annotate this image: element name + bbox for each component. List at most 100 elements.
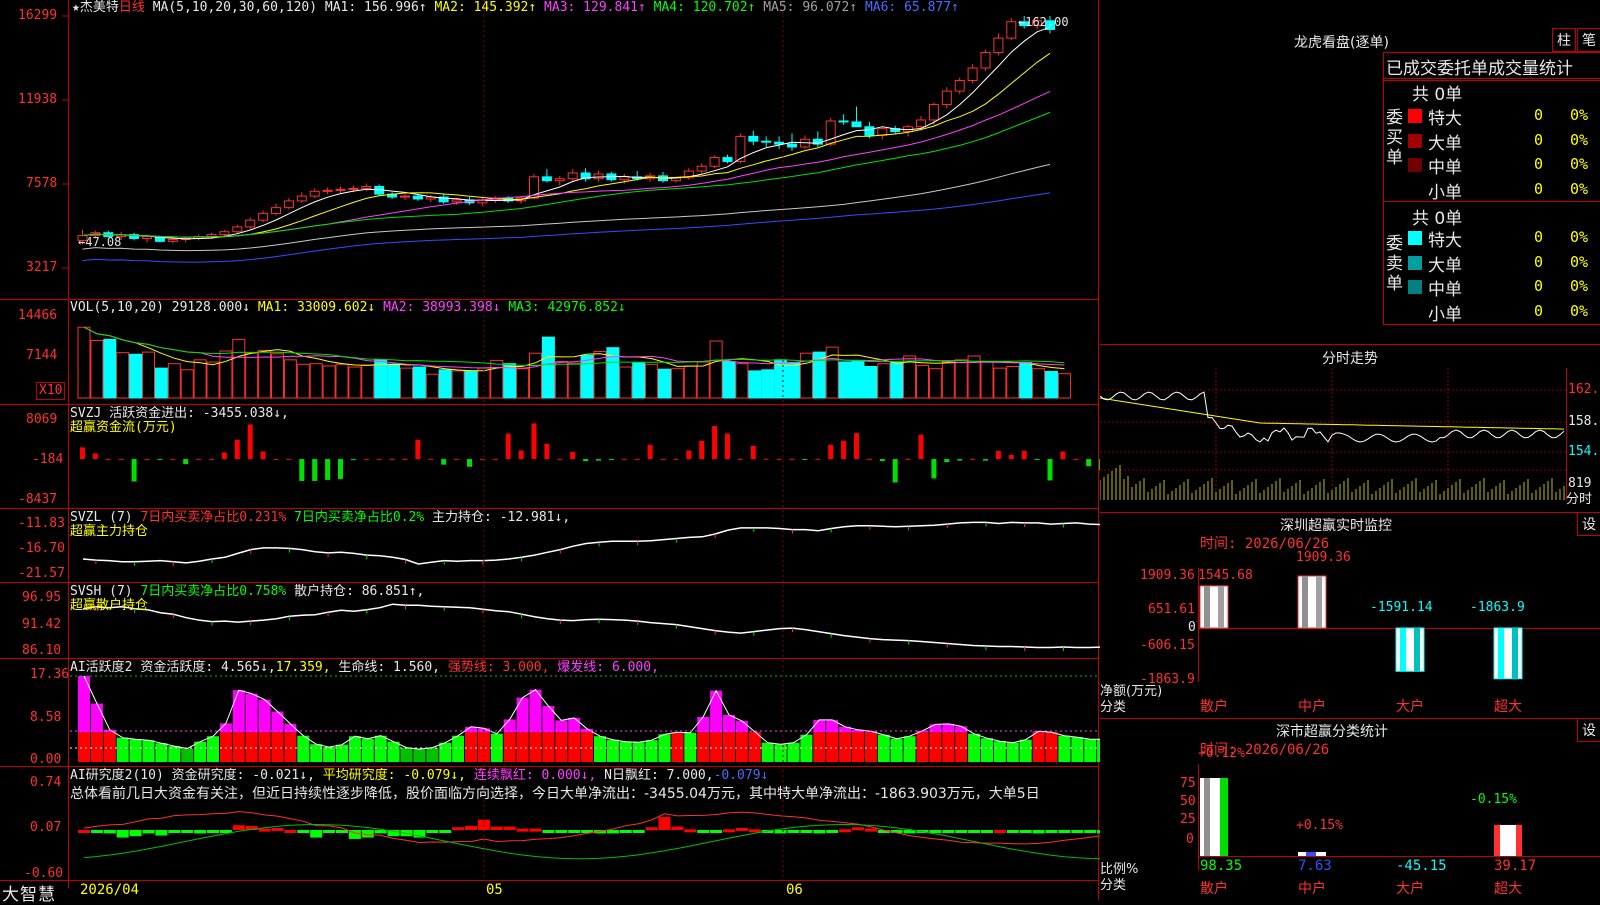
stock-name[interactable]: 杰美特 [80, 0, 119, 15]
lhb-title: 龙虎看盘(逐单) [1294, 32, 1389, 52]
activity-bar-top [272, 711, 284, 732]
volume-bar [942, 362, 954, 398]
candle-body [929, 105, 938, 120]
order-size-swatch [1408, 256, 1422, 270]
activity-bar [1020, 740, 1032, 762]
research-bar [736, 828, 748, 831]
svsh-tick-3: 86.10 [22, 643, 61, 659]
order-percent: 0% [1570, 132, 1588, 148]
activity-bar [130, 739, 142, 762]
svsh-t2: 散户持仓: 86.851↑, [294, 584, 424, 599]
activity-bar [168, 746, 180, 762]
vol-tick-1: 14466 [18, 308, 57, 324]
volume-bar [800, 353, 812, 398]
volume-bar [478, 368, 490, 398]
ai1-t2: 17.359, [276, 660, 331, 675]
svzl-tick-1: -11.83 [18, 516, 65, 532]
research-bar [117, 830, 129, 838]
research-bar [671, 827, 683, 830]
fund-flow-bar [673, 459, 678, 460]
activity-bar [1058, 736, 1070, 762]
sz-tick-3: 0 [1188, 620, 1196, 636]
candle-body [233, 227, 242, 232]
research-bar [955, 830, 967, 833]
activity-bar [736, 732, 748, 762]
candle-body [994, 38, 1003, 52]
svsh-tick-1: 96.95 [22, 590, 61, 606]
research-bar [259, 829, 271, 832]
main-chart-area[interactable] [0, 0, 1100, 900]
activity-bar [310, 744, 322, 762]
research-bar [78, 830, 90, 833]
fund-flow-bar [403, 459, 408, 460]
y-tick-16299: 16299 [18, 8, 57, 24]
favorite-star-icon[interactable]: ★ [72, 0, 80, 15]
ai1-t1: 资金活跃度: 4.565↓, [140, 660, 275, 675]
sz-bar-shade [1400, 628, 1406, 671]
volume-bar [465, 371, 477, 398]
activity-bar [155, 743, 167, 762]
volume-bars [78, 327, 1070, 398]
volume-bar [91, 340, 103, 398]
tick-mode-button[interactable]: 笔 [1577, 28, 1600, 52]
research-bar [530, 829, 542, 832]
research-bar [130, 830, 142, 836]
activity-bar [942, 732, 954, 762]
research-bar [310, 830, 322, 838]
intraday-chart[interactable] [1100, 368, 1600, 508]
research-bar [607, 830, 619, 833]
volume-bar [839, 362, 851, 398]
bar-mode-button[interactable]: 柱 [1552, 28, 1576, 52]
volume-bar [736, 364, 748, 398]
activity-bar [594, 736, 606, 762]
activity-bar-top [246, 694, 258, 733]
y-tick-11938: 11938 [18, 92, 57, 108]
vol-ma2: MA2: 38993.398↓ [383, 300, 500, 315]
activity-bar [1084, 739, 1096, 762]
order-count: 0 [1534, 156, 1543, 172]
activity-bar [891, 739, 903, 762]
research-bar [839, 829, 851, 832]
fund-flow-bar [248, 424, 253, 459]
fund-flow-bar [325, 459, 330, 480]
ai1-tick-2: 8.58 [30, 710, 61, 726]
period-label[interactable]: 日线 [119, 0, 145, 15]
volume-bar [723, 362, 735, 398]
ai1-t3: 生命线: 1.560, [338, 660, 440, 675]
research-bar [555, 830, 567, 833]
activity-bar [297, 736, 309, 762]
brand-logo[interactable]: 大智慧 [2, 880, 56, 905]
activity-bar [684, 733, 696, 762]
research-bar [1007, 830, 1019, 833]
sz-bar-label: 1909.36 [1296, 550, 1351, 566]
research-bar [323, 830, 335, 833]
order-size-swatch [1408, 183, 1422, 197]
holding-line [83, 522, 1100, 564]
svzj-bars [80, 423, 1100, 482]
ma6-value: MA6: 65.877↑ [865, 0, 959, 15]
activity-bar [78, 732, 90, 762]
fund-flow-bar [893, 459, 898, 482]
research-bar [775, 830, 787, 833]
activity-bar [143, 740, 155, 762]
candle-body [542, 177, 551, 181]
activity-bar [968, 734, 980, 762]
fund-flow-bar [699, 441, 704, 459]
volume-bar [555, 362, 567, 398]
research-bar [800, 830, 812, 833]
research-bar [155, 830, 167, 835]
sz-tick-1: 1909.36 [1140, 568, 1195, 584]
main-header: ★杰美特日线 MA(5,10,20,30,60,120) MA1: 156.99… [72, 0, 959, 16]
fl-category-label: 中户 [1298, 878, 1326, 898]
low-marker: ←47.08 [78, 234, 121, 250]
activity-bar [349, 736, 361, 762]
activity-bar [788, 743, 800, 762]
activity-bar [517, 732, 529, 762]
fund-flow-bar [919, 435, 924, 459]
volume-bar [697, 362, 709, 398]
sz-tick-2: 651.61 [1148, 602, 1195, 618]
order-size-name: 中单 [1428, 153, 1462, 178]
volume-bar [762, 370, 774, 398]
candle-body [401, 196, 410, 197]
vol-label: VOL(5,10,20) [70, 300, 164, 315]
